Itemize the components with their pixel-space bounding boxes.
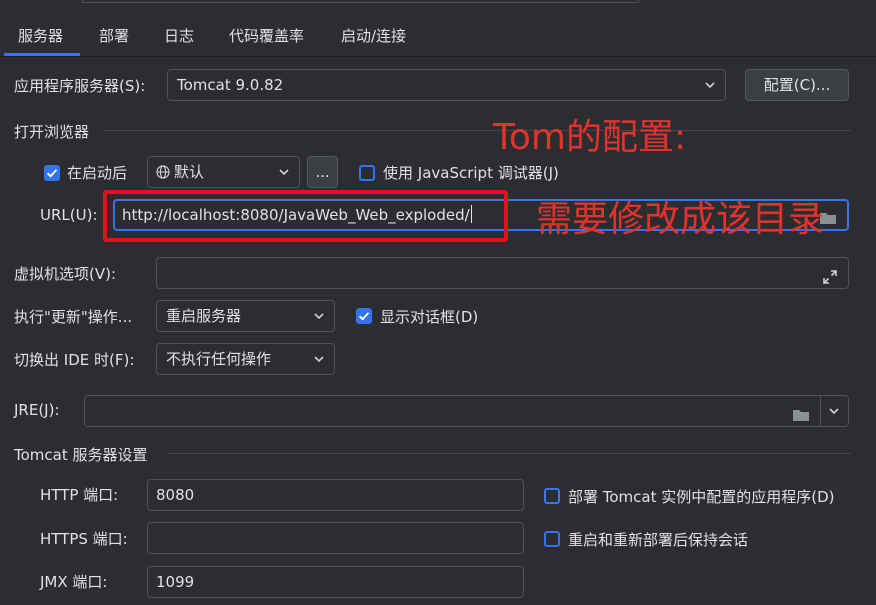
vm-options-input[interactable] [156, 257, 849, 289]
app-server-combo[interactable]: Tomcat 9.0.82 [167, 69, 726, 101]
deploy-configured-label: 部署 Tomcat 实例中配置的应用程序(D) [568, 488, 835, 506]
on-update-combo[interactable]: 重启服务器 [156, 300, 335, 332]
chevron-down-icon[interactable] [827, 396, 841, 426]
app-server-value: Tomcat 9.0.82 [177, 76, 284, 94]
annotation-highlight-box [103, 190, 508, 242]
tab-code-coverage[interactable]: 代码覆盖率 [229, 18, 304, 54]
chevron-down-icon [312, 344, 326, 374]
browser-more-button[interactable]: ... [307, 156, 338, 188]
preserve-sessions-label: 重启和重新部署后保持会话 [568, 531, 749, 549]
app-server-label: 应用程序服务器(S): [14, 77, 146, 95]
folder-icon[interactable] [792, 403, 810, 421]
preserve-sessions-checkbox[interactable] [544, 531, 560, 547]
browser-combo[interactable]: 默认 [147, 156, 300, 188]
tab-deployment[interactable]: 部署 [99, 18, 129, 54]
chevron-down-icon [703, 70, 717, 100]
after-launch-label: 在启动后 [67, 164, 128, 182]
tab-bar-border [0, 56, 876, 57]
http-port-input[interactable]: 8080 [147, 479, 524, 511]
after-launch-checkbox[interactable] [44, 165, 60, 181]
check-icon [358, 312, 370, 321]
on-update-value: 重启服务器 [166, 307, 242, 325]
https-port-input[interactable] [147, 522, 524, 554]
open-browser-section-title: 打开浏览器 [14, 123, 90, 141]
jre-divider [820, 396, 821, 426]
jmx-port-label: JMX 端口: [40, 573, 108, 591]
deploy-configured-checkbox[interactable] [544, 488, 560, 504]
tab-startup-connection[interactable]: 启动/连接 [341, 18, 406, 54]
http-port-label: HTTP 端口: [40, 486, 119, 504]
jmx-port-input[interactable]: 1099 [147, 566, 524, 598]
tomcat-settings-title: Tomcat 服务器设置 [14, 446, 148, 464]
jre-label: JRE(J): [14, 401, 60, 419]
frame-deactivation-label: 切换出 IDE 时(F): [14, 351, 135, 369]
chevron-down-icon [312, 301, 326, 331]
chevron-down-icon [277, 157, 291, 187]
https-port-label: HTTPS 端口: [40, 530, 128, 548]
configure-button[interactable]: 配置(C)... [745, 69, 849, 101]
tab-server[interactable]: 服务器 [18, 18, 63, 54]
url-label: URL(U): [40, 206, 98, 224]
show-dialog-label: 显示对话框(D) [380, 308, 479, 326]
on-update-label: 执行"更新"操作... [14, 308, 133, 326]
annotation-title: Tom的配置: [493, 117, 687, 158]
browser-value: 默认 [174, 163, 205, 181]
frame-deactivation-combo[interactable]: 不执行任何操作 [156, 343, 335, 375]
vm-options-label: 虚拟机选项(V): [14, 265, 117, 283]
check-icon [46, 169, 58, 178]
tab-bar: 服务器 部署 日志 代码覆盖率 启动/连接 [0, 18, 876, 56]
section-separator [168, 453, 851, 454]
js-debugger-checkbox[interactable] [359, 165, 375, 181]
top-field-edge [82, 0, 639, 3]
jre-input[interactable] [84, 395, 849, 427]
show-dialog-checkbox[interactable] [356, 308, 372, 324]
frame-deactivation-value: 不执行任何操作 [166, 350, 272, 368]
section-separator [103, 130, 851, 131]
globe-icon [156, 159, 170, 179]
tab-logs[interactable]: 日志 [164, 18, 194, 54]
expand-icon[interactable] [822, 265, 838, 284]
js-debugger-label: 使用 JavaScript 调试器(J) [383, 164, 559, 182]
annotation-note: 需要修改成该目录 [536, 199, 825, 240]
